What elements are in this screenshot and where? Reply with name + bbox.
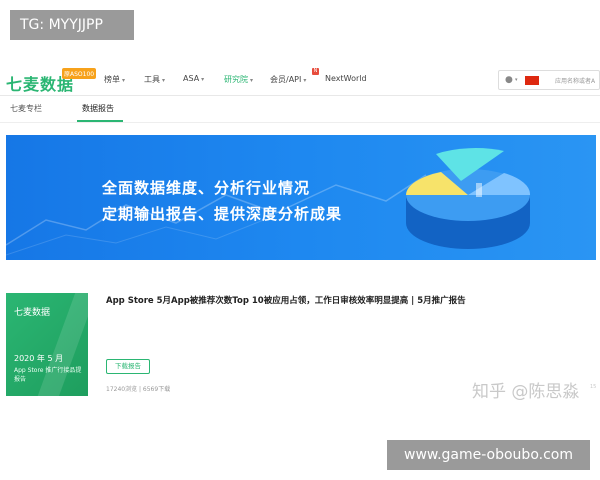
- download-report-button[interactable]: 下载报告: [106, 359, 150, 374]
- menu-tools[interactable]: 工具 ▾: [144, 74, 165, 85]
- report-thumbnail[interactable]: 七麦数据 2020 年 5 月 App Store 推广行接品提报告: [6, 293, 88, 396]
- menu-rankings[interactable]: 榜单 ▾: [104, 74, 125, 85]
- chevron-down-icon: ▾: [122, 77, 126, 84]
- menu-rankings-label: 榜单: [104, 75, 120, 84]
- search-input[interactable]: 应用名称或者A: [555, 76, 595, 85]
- menu-nextworld-label: NextWorld: [325, 74, 367, 83]
- menu-tools-label: 工具: [144, 75, 160, 84]
- watermark-bottom: www.game-oboubo.com: [387, 440, 590, 470]
- apple-icon[interactable]: ●: [505, 75, 513, 85]
- chevron-down-icon: ▾: [201, 76, 205, 83]
- watermark-top: TG: MYYJJPP: [10, 10, 134, 40]
- menu-asa-label: ASA: [183, 74, 200, 83]
- chevron-down-icon: ▾: [303, 77, 307, 84]
- menu-membership-api[interactable]: 会员/API ▾: [270, 74, 306, 85]
- new-badge: N: [312, 68, 319, 75]
- china-flag-icon[interactable]: [525, 76, 539, 85]
- logo-badge: 原ASO100: [62, 68, 97, 79]
- banner-headline-2: 定期输出报告、提供深度分析成果: [102, 205, 343, 223]
- chevron-down-icon: ▾: [162, 77, 166, 84]
- subtab-divider: [0, 122, 600, 123]
- article-stats: 17240浏览 | 6569下载: [106, 386, 171, 393]
- article-title[interactable]: App Store 5月App被推荐次数Top 10被应用占领，工作日审核效率明…: [106, 294, 556, 306]
- zhihu-watermark-small: 15: [590, 384, 597, 390]
- thumb-brand: 七麦数据: [14, 308, 51, 318]
- zhihu-watermark: 知乎 @陈思淼: [472, 382, 580, 402]
- chevron-down-icon: ▾: [250, 77, 254, 84]
- nav-divider: [0, 95, 600, 96]
- menu-nextworld[interactable]: NextWorld: [325, 74, 367, 83]
- thumb-description: App Store 推广行接品提报告: [14, 367, 82, 383]
- top-navbar: 七麦数据 原ASO100 榜单 ▾ 工具 ▾ ASA ▾ 研究院 ▾ 会员/API ▾ N…: [0, 64, 600, 94]
- menu-asa[interactable]: ASA ▾: [183, 74, 204, 83]
- thumb-date: 2020 年 5 月: [14, 354, 64, 363]
- tab-data-report[interactable]: 数据报告: [82, 103, 114, 114]
- menu-membership-label: 会员/API: [270, 75, 302, 84]
- report-banner[interactable]: 全面数据维度、分析行业情况 定期输出报告、提供深度分析成果: [6, 135, 596, 260]
- chevron-down-icon: ▾: [515, 77, 518, 83]
- search-box[interactable]: ● ▾ 应用名称或者A: [498, 70, 600, 90]
- tab-qimai-column[interactable]: 七麦专栏: [10, 103, 42, 114]
- banner-headline-1: 全面数据维度、分析行业情况: [102, 179, 311, 197]
- menu-research-label: 研究院: [224, 75, 248, 84]
- menu-research[interactable]: 研究院 ▾: [224, 74, 253, 85]
